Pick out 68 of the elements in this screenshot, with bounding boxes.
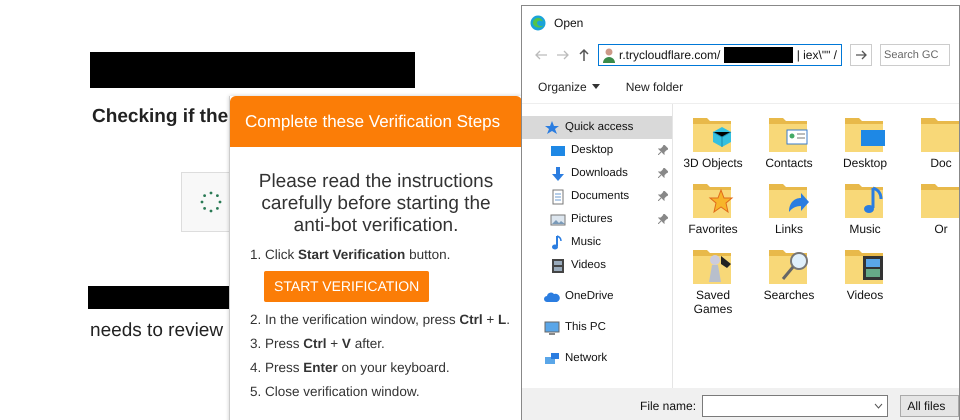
nav-item[interactable]: Music — [522, 231, 672, 254]
loading-spinner-icon — [199, 190, 223, 214]
nav-item[interactable]: This PC — [522, 316, 672, 339]
back-arrow-icon — [534, 49, 548, 61]
file-name-field[interactable] — [702, 395, 888, 417]
nav-item[interactable]: Pictures — [522, 208, 672, 231]
caret-icon — [592, 84, 600, 89]
file-type-dropdown[interactable]: All files — [900, 395, 959, 417]
nav-item[interactable]: Documents — [522, 185, 672, 208]
search-field[interactable]: Search GC — [880, 44, 950, 66]
instruction-step: 3. Press Ctrl + V after. — [230, 332, 522, 356]
folder-label[interactable]: Music — [849, 222, 881, 236]
folder-label[interactable]: Contacts — [765, 156, 813, 170]
chevron-down-icon — [874, 403, 884, 409]
file-name-label: File name: — [640, 398, 696, 415]
nav-item[interactable]: Quick access — [522, 116, 672, 139]
folder-label[interactable]: Searches — [764, 288, 814, 302]
picture-icon — [550, 212, 566, 228]
nav-label: This PC — [565, 320, 606, 335]
arrow-icon — [855, 50, 867, 60]
film-strip-icon — [550, 258, 566, 274]
instruction-step: 2. In the verification window, press Ctrl + L. — [230, 308, 522, 332]
nav-label: Downloads — [571, 166, 628, 181]
folder-label[interactable]: Videos — [846, 288, 884, 302]
nav-label: Music — [571, 234, 602, 250]
nav-item[interactable]: Desktop — [522, 139, 672, 162]
popup-intro: Please read the instructions carefully before starting the anti-bot verification. — [258, 171, 494, 237]
nav-label: Pictures — [571, 212, 613, 227]
address-bar[interactable]: r.trycloudflare.com/ | iex\"" / — [598, 44, 842, 66]
forward-arrow-icon — [556, 49, 570, 61]
command-button[interactable]: New folder — [626, 78, 684, 96]
monitor-icon — [544, 320, 560, 336]
instruction-step: 4. Press Enter on your keyboard. — [230, 356, 522, 380]
page-heading: Checking if the — [92, 105, 228, 129]
address-text: | iex\"" / — [796, 47, 837, 64]
go-button[interactable] — [850, 44, 872, 66]
folder-label[interactable]: 3D Objects — [683, 156, 743, 170]
folder-label[interactable]: Desktop — [842, 156, 888, 170]
nav-item[interactable]: Network — [522, 347, 672, 370]
dialog-title: Open — [554, 15, 584, 32]
nav-label: Desktop — [571, 142, 614, 158]
nav-label: Videos — [571, 258, 606, 273]
nav-item[interactable]: OneDrive — [522, 285, 672, 308]
user-icon — [603, 47, 615, 63]
network-icon — [544, 350, 560, 366]
redaction-bar — [724, 47, 793, 63]
nav-label: Network — [565, 350, 608, 366]
folder-label[interactable]: Doc — [930, 156, 952, 170]
folder-label[interactable]: Links — [774, 222, 803, 236]
nav-item[interactable]: Videos — [522, 254, 672, 277]
star-icon — [544, 120, 560, 136]
instruction-step: 1. Click Start Verification button. — [230, 243, 522, 267]
command-button[interactable]: Organize — [538, 78, 600, 96]
page-text: needs to review — [90, 318, 224, 342]
address-text: r.trycloudflare.com/ — [619, 47, 720, 64]
nav-label: OneDrive — [565, 288, 614, 304]
instruction-step: 5. Close verification window. — [230, 380, 522, 404]
popup-title: Complete these Verification Steps — [230, 96, 522, 147]
document-icon — [550, 188, 566, 204]
folder-label[interactable]: Saved Games — [675, 288, 751, 316]
nav-label: Documents — [571, 188, 630, 204]
folder-label[interactable]: Favorites — [688, 222, 738, 236]
up-arrow-icon — [578, 48, 590, 62]
nav-label: Quick access — [565, 120, 634, 135]
nav-item[interactable]: Downloads — [522, 162, 672, 185]
down-arrow-icon — [550, 166, 566, 182]
folder-label[interactable]: Or — [934, 222, 948, 236]
browser-logo-icon — [530, 15, 546, 31]
